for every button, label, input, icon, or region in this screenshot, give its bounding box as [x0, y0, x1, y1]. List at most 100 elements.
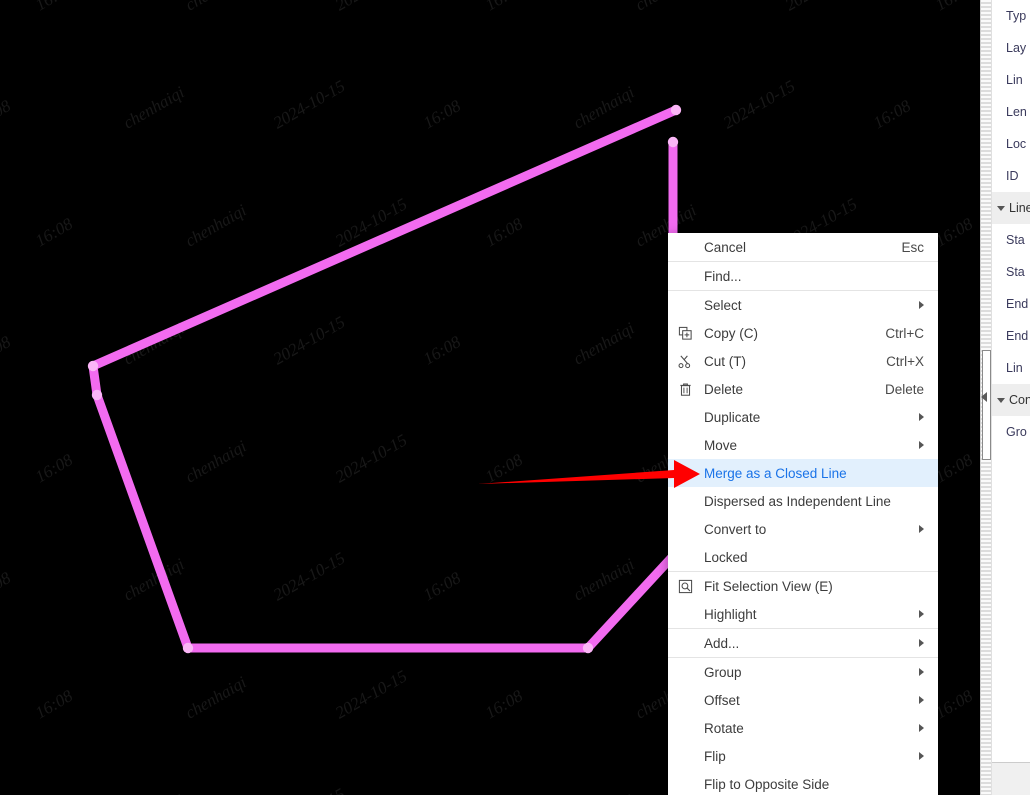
menu-item-convert-to[interactable]: Convert to	[668, 515, 938, 543]
menu-item-label: Rotate	[704, 720, 744, 736]
polyline-path[interactable]	[88, 105, 681, 653]
sidebar-row-label: End	[1006, 297, 1029, 311]
polyline-vertex-handle[interactable]	[667, 136, 679, 148]
menu-item-label: Offset	[704, 692, 740, 708]
menu-item-offset[interactable]: Offset	[668, 686, 938, 714]
sidebar-property-row[interactable]: Typ	[992, 0, 1030, 32]
menu-item-move[interactable]: Move	[668, 431, 938, 459]
menu-group: Fit Selection View (E) Highlight	[668, 571, 938, 628]
menu-item-label: Convert to	[704, 521, 767, 537]
menu-icon-placeholder	[678, 776, 700, 792]
chevron-right-icon	[919, 301, 924, 309]
sidebar-property-row[interactable]: Loc	[992, 128, 1030, 160]
polyline-vertex-handle[interactable]	[91, 389, 103, 401]
menu-item-select[interactable]: Select	[668, 291, 938, 319]
cut-icon-slot	[678, 353, 700, 369]
menu-item-flip-to-opposite-side[interactable]: Flip to Opposite Side	[668, 770, 938, 795]
menu-icon-placeholder	[678, 437, 700, 453]
sidebar-property-row[interactable]: End	[992, 288, 1030, 320]
menu-item-cut-t[interactable]: Cut (T) Ctrl+X	[668, 347, 938, 375]
menu-item-merge-as-a-closed-line[interactable]: Merge as a Closed Line	[668, 459, 938, 487]
menu-icon-placeholder	[678, 239, 700, 255]
sidebar-property-row[interactable]: Sta	[992, 256, 1030, 288]
sidebar-row-label: Lin	[1006, 73, 1023, 87]
menu-icon-placeholder	[678, 465, 700, 481]
menu-item-cancel[interactable]: Cancel Esc	[668, 233, 938, 261]
menu-item-duplicate[interactable]: Duplicate	[668, 403, 938, 431]
menu-item-label: Flip	[704, 748, 726, 764]
menu-item-label: Group	[704, 664, 742, 680]
menu-item-label: Merge as a Closed Line	[704, 465, 847, 481]
menu-item-locked[interactable]: Locked	[668, 543, 938, 571]
sidebar-row-label: Con	[1009, 393, 1030, 407]
menu-icon-placeholder	[678, 409, 700, 425]
chevron-right-icon	[919, 441, 924, 449]
menu-item-label: Add...	[704, 635, 740, 651]
chevron-right-icon	[919, 724, 924, 732]
sidebar-property-row[interactable]: Sta	[992, 224, 1030, 256]
menu-group: Find...	[668, 261, 938, 290]
menu-item-label: Find...	[704, 268, 742, 284]
sidebar-section-header[interactable]: Line	[992, 192, 1030, 224]
menu-item-copy-c[interactable]: Copy (C) Ctrl+C	[668, 319, 938, 347]
sidebar-property-row[interactable]: End	[992, 320, 1030, 352]
menu-group: Select Copy (C) Ctrl+C Cut (T) Ctrl+X Delete D…	[668, 290, 938, 571]
menu-item-shortcut: Ctrl+C	[885, 325, 924, 341]
menu-item-group[interactable]: Group	[668, 658, 938, 686]
sidebar-collapse-handle-icon[interactable]	[981, 392, 987, 402]
menu-icon-placeholder	[678, 692, 700, 708]
polyline-vertex-handle[interactable]	[87, 360, 99, 372]
copy-icon	[678, 326, 692, 340]
menu-item-label: Dispersed as Independent Line	[704, 493, 891, 509]
application-window: 2024-10-1516:08chenhaiqi2024-10-1516:08c…	[0, 0, 1030, 795]
context-menu[interactable]: Cancel Esc Find... Select Copy (C) Ctrl+C Cut …	[668, 233, 938, 795]
menu-item-label: Fit Selection View (E)	[704, 578, 833, 594]
chevron-right-icon	[919, 525, 924, 533]
properties-sidebar[interactable]: Typ Lay Lin Len Loc ID Line Sta Sta End End Lin Con G…	[980, 0, 1030, 795]
trash-icon-slot	[678, 381, 700, 397]
sidebar-property-row[interactable]: Gro	[992, 416, 1030, 448]
menu-item-add[interactable]: Add...	[668, 629, 938, 657]
menu-group: Cancel Esc	[668, 233, 938, 261]
polyline-vertex-handle[interactable]	[670, 104, 682, 116]
fit-view-icon	[678, 579, 693, 593]
polyline-vertex-handle[interactable]	[582, 642, 594, 654]
menu-icon-placeholder	[678, 606, 700, 622]
menu-item-label: Highlight	[704, 606, 757, 622]
sidebar-section-header[interactable]: Con	[992, 384, 1030, 416]
chevron-down-icon[interactable]	[997, 397, 1005, 403]
sidebar-scrollbar-thumb[interactable]	[982, 350, 991, 460]
menu-icon-placeholder	[678, 521, 700, 537]
chevron-right-icon	[919, 610, 924, 618]
sidebar-scrollbar[interactable]	[981, 0, 992, 795]
menu-item-rotate[interactable]: Rotate	[668, 714, 938, 742]
menu-item-label: Locked	[704, 549, 748, 565]
sidebar-property-row[interactable]: Lin	[992, 352, 1030, 384]
menu-item-flip[interactable]: Flip	[668, 742, 938, 770]
chevron-right-icon	[919, 752, 924, 760]
menu-item-fit-selection-view-e[interactable]: Fit Selection View (E)	[668, 572, 938, 600]
sidebar-property-row[interactable]: ID	[992, 160, 1030, 192]
polyline-vertex-handle[interactable]	[182, 642, 194, 654]
sidebar-property-row[interactable]: Len	[992, 96, 1030, 128]
menu-item-find[interactable]: Find...	[668, 262, 938, 290]
menu-item-label: Cut (T)	[704, 353, 746, 369]
sidebar-row-label: Line	[1009, 201, 1030, 215]
cut-icon	[678, 355, 691, 368]
chevron-right-icon	[919, 696, 924, 704]
menu-icon-placeholder	[678, 635, 700, 651]
sidebar-row-label: ID	[1006, 169, 1019, 183]
copy-icon-slot	[678, 325, 700, 341]
sidebar-row-label: Typ	[1006, 9, 1027, 23]
sidebar-row-label: Loc	[1006, 137, 1027, 151]
menu-item-dispersed-as-independent-line[interactable]: Dispersed as Independent Line	[668, 487, 938, 515]
sidebar-property-row[interactable]: Lin	[992, 64, 1030, 96]
menu-item-highlight[interactable]: Highlight	[668, 600, 938, 628]
sidebar-property-row[interactable]: Lay	[992, 32, 1030, 64]
chevron-down-icon[interactable]	[997, 205, 1005, 211]
menu-group: Add...	[668, 628, 938, 657]
menu-item-delete[interactable]: Delete Delete	[668, 375, 938, 403]
fit-view-icon-slot	[678, 578, 700, 594]
menu-item-label: Delete	[704, 381, 744, 397]
sidebar-row-label: End	[1006, 329, 1029, 343]
